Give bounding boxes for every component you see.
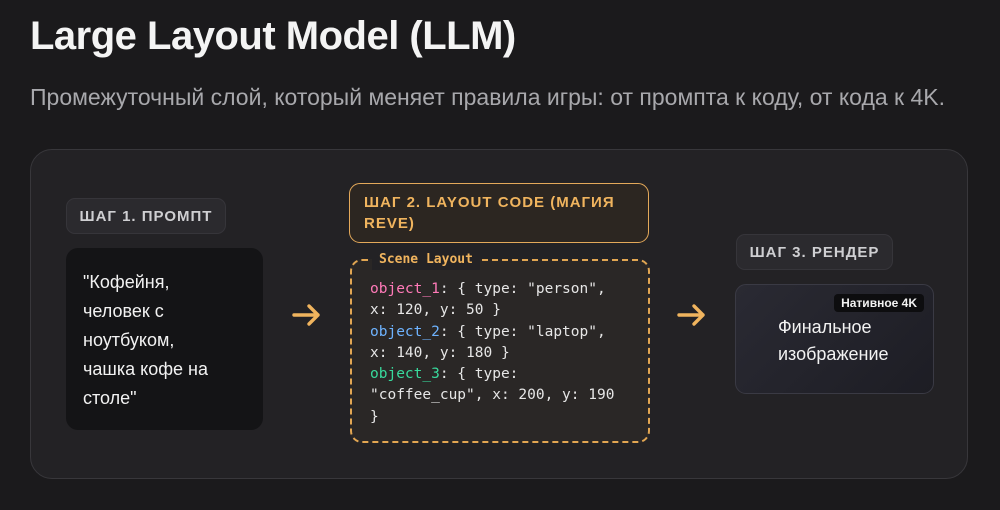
render-caption-line: Финальное [778, 317, 872, 337]
code-text: : { type: "person", [439, 281, 606, 297]
code-text: : { type: [439, 366, 519, 383]
page-subtitle: Промежуточный слой, который меняет прави… [30, 84, 946, 110]
render-caption: Финальное изображение [778, 314, 889, 368]
code-line: object_3: { type: [370, 364, 614, 385]
step2-label: ШАГ 2. LAYOUT CODE (МАГИЯ REVE) [349, 183, 649, 243]
prompt-box: "Кофейня, человек с ноутбуком, чашка коф… [66, 248, 263, 430]
scene-layout-code-box: Scene Layout object_1: { type: "person",… [350, 250, 650, 443]
step2-label-line: REVE) [364, 215, 415, 232]
code-text: : { type: "laptop", [439, 323, 606, 340]
render-caption-line: изображение [778, 344, 889, 364]
arrow-right-icon [677, 304, 705, 326]
prompt-line: "Кофейня, [83, 272, 170, 292]
layout-code: object_1: { type: "person", x: 120, y: 50… [370, 279, 614, 428]
arrow-right-icon [292, 304, 320, 326]
code-line: "coffee_cup", x: 200, y: 190 [370, 387, 615, 404]
page: Large Layout Model (LLM) Промежуточный с… [0, 0, 1000, 510]
code-line: } [370, 408, 379, 425]
render-output-box: Нативное 4K Финальное изображение [735, 284, 934, 394]
step3-label: ШАГ 3. РЕНДЕР [736, 234, 893, 270]
step1-label: ШАГ 1. ПРОМПТ [66, 198, 226, 234]
code-key-object-2: object_2 [370, 323, 440, 340]
code-line: object_2: { type: "laptop", [370, 322, 614, 343]
code-key-object-3: object_3 [370, 366, 440, 383]
code-line: x: 120, y: 50 } [370, 302, 501, 319]
code-key-object-1: object_1 [370, 281, 440, 297]
page-title: Large Layout Model (LLM) [30, 14, 516, 58]
code-line: x: 140, y: 180 } [370, 344, 510, 361]
code-line: object_1: { type: "person", [370, 279, 614, 300]
prompt-line: ноутбуком, [83, 330, 175, 350]
prompt-line: человек с [83, 301, 164, 321]
scene-layout-tag: Scene Layout [372, 250, 480, 270]
prompt-line: столе" [83, 388, 137, 408]
prompt-line: чашка кофе на [83, 359, 208, 379]
step2-label-line: ШАГ 2. LAYOUT CODE (МАГИЯ [364, 194, 615, 211]
native-4k-badge: Нативное 4K [834, 294, 924, 312]
